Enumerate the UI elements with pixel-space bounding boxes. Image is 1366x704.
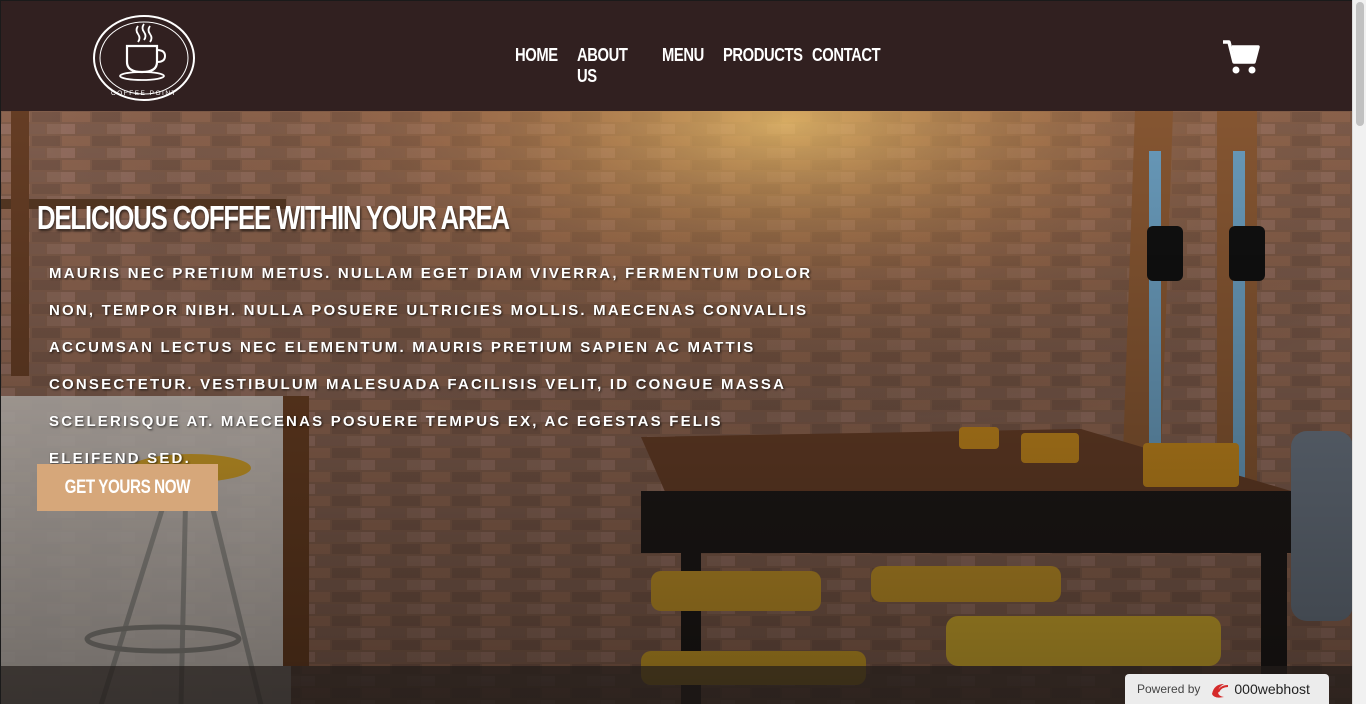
nav-home[interactable]: HOME bbox=[515, 45, 569, 87]
powered-by-badge[interactable]: Powered by 000webhost bbox=[1125, 674, 1329, 704]
get-yours-now-button[interactable]: GET YOURS NOW bbox=[37, 464, 218, 511]
nav-menu[interactable]: MENU bbox=[662, 45, 715, 87]
site-header: COFFEE POINT HOME ABOUT US MENU PRODUCTS… bbox=[1, 1, 1352, 111]
hero-title: DELICIOUS COFFEE WITHIN YOUR AREA bbox=[37, 199, 510, 236]
main-nav: HOME ABOUT US MENU PRODUCTS CONTACT bbox=[515, 45, 892, 87]
page-frame: COFFEE POINT HOME ABOUT US MENU PRODUCTS… bbox=[0, 0, 1352, 704]
hero-description: Mauris nec pretium metus. Nullam eget di… bbox=[49, 265, 813, 467]
scrollbar-thumb[interactable] bbox=[1356, 2, 1364, 126]
powered-by-label: Powered by bbox=[1137, 682, 1201, 696]
badge-brand: 000webhost bbox=[1234, 681, 1310, 697]
cta-label: GET YOURS NOW bbox=[64, 476, 191, 498]
hero-section: DELICIOUS COFFEE WITHIN YOUR AREA Mauris… bbox=[1, 111, 1352, 704]
logo-text: COFFEE POINT bbox=[111, 90, 177, 97]
webhost-logo-icon bbox=[1212, 684, 1229, 698]
coffee-point-logo[interactable]: COFFEE POINT bbox=[92, 14, 196, 102]
page-scrollbar[interactable] bbox=[1352, 0, 1366, 704]
shopping-cart-icon[interactable] bbox=[1221, 39, 1261, 75]
nav-contact[interactable]: CONTACT bbox=[812, 45, 881, 87]
nav-about-us[interactable]: ABOUT US bbox=[577, 45, 650, 87]
nav-products[interactable]: PRODUCTS bbox=[723, 45, 803, 87]
